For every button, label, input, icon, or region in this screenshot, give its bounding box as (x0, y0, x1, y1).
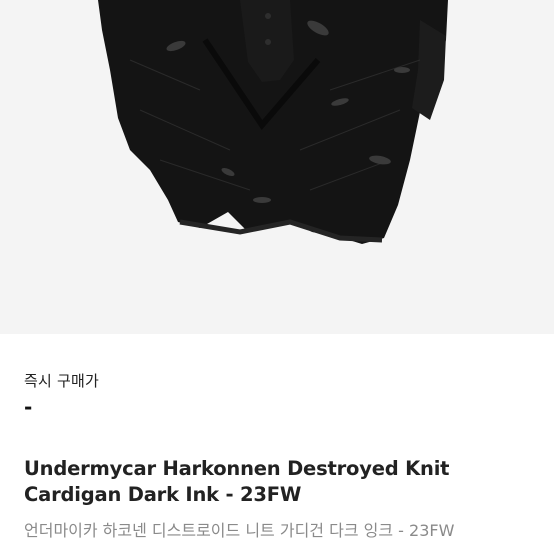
instant-buy-price-value: - (24, 395, 33, 419)
product-title-korean: 언더마이카 하코넨 디스트로이드 니트 가디건 다크 잉크 - 23FW (24, 521, 455, 540)
instant-buy-price-label: 즉시 구매가 (24, 372, 99, 390)
product-detail-page: 즉시 구매가 - Undermycar Harkonnen Destroyed … (0, 0, 554, 554)
button-2 (265, 39, 271, 45)
product-info: 즉시 구매가 - Undermycar Harkonnen Destroyed … (0, 334, 554, 554)
product-image[interactable] (0, 0, 554, 334)
button-1 (265, 13, 271, 19)
product-title-english: Undermycar Harkonnen Destroyed Knit Card… (24, 457, 450, 506)
cardigan-illustration (98, 0, 448, 244)
